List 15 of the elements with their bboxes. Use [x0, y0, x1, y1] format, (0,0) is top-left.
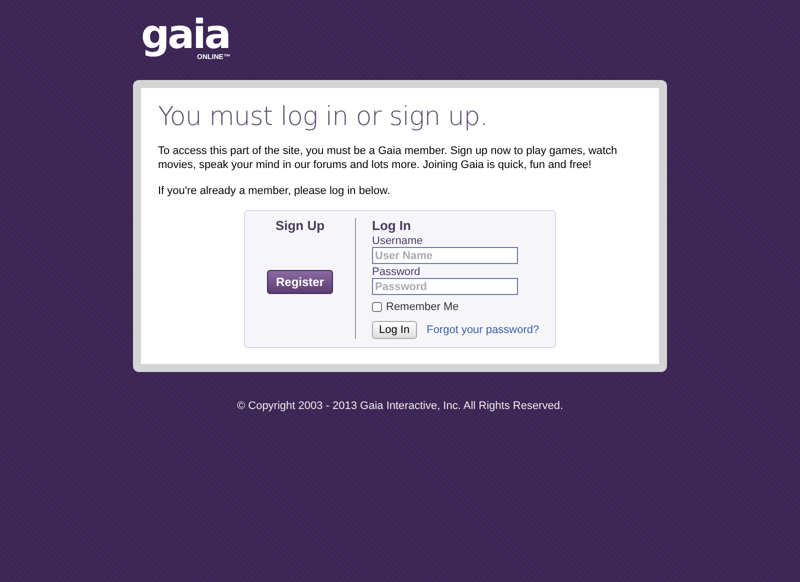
copyright-text: © Copyright 2003 - 2013 Gaia Interactive, Inc. All Rights Reserved.	[236, 400, 564, 412]
page-title: You must log in or sign up.	[158, 102, 489, 132]
forgot-password-link[interactable]: Forgot your password?	[426, 324, 540, 336]
login-heading: Log In	[372, 218, 411, 233]
password-label: Password	[372, 266, 420, 278]
intro-text: To access this part of the site, you must be a Gaia member. Sign up now to play games, watch movies, speak your mind in our forums and lots more. Joining Gaia is quick, fun and free!	[158, 144, 618, 172]
username-field[interactable]: User Name	[372, 247, 518, 264]
remember-checkbox[interactable]	[372, 302, 382, 312]
password-field[interactable]: Password	[372, 278, 518, 295]
remember-label: Remember Me	[386, 301, 459, 313]
signup-heading: Sign Up	[275, 218, 325, 233]
register-button[interactable]: Register	[266, 270, 334, 294]
member-note: If you're already a member, please log in below.	[158, 184, 392, 198]
username-label: Username	[372, 235, 423, 247]
login-button[interactable]: Log In	[372, 321, 417, 339]
